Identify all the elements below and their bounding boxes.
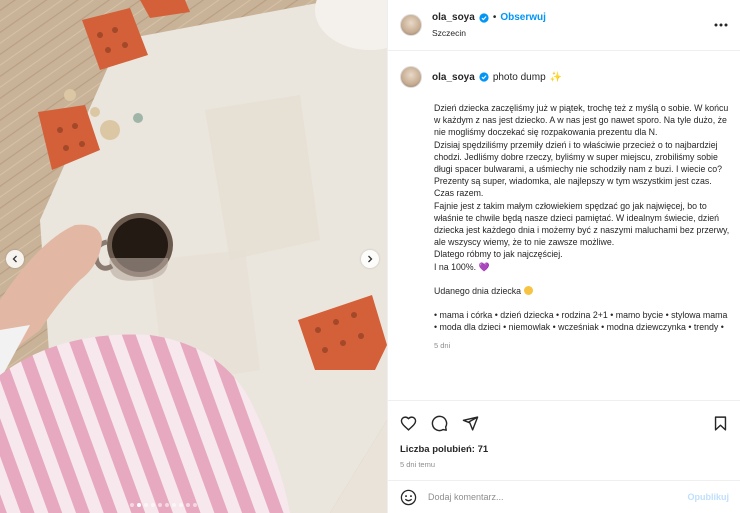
comment-icon[interactable] bbox=[431, 415, 448, 432]
more-options-button[interactable] bbox=[712, 16, 730, 34]
separator-dot: • bbox=[492, 12, 497, 23]
verified-badge-icon bbox=[479, 12, 489, 23]
carousel-indicator bbox=[130, 503, 197, 507]
sparkles-emoji: ✨ bbox=[549, 71, 563, 83]
follow-button[interactable]: Obserwuj bbox=[500, 12, 546, 23]
heart-emoji: 💜 bbox=[478, 261, 490, 272]
caption-paragraph: Dzisiaj spędziliśmy przemiły dzień i to … bbox=[434, 139, 722, 199]
likes-count[interactable]: Liczba polubień: 71 bbox=[400, 444, 729, 455]
caption-paragraph: Dzień dziecka zaczęliśmy już w piątek, t… bbox=[434, 103, 729, 138]
bookmark-icon[interactable] bbox=[712, 415, 729, 432]
carousel-dot bbox=[151, 503, 155, 507]
publish-button[interactable]: Opublikuj bbox=[688, 492, 730, 502]
carousel-dot bbox=[172, 503, 176, 507]
next-slide-button[interactable] bbox=[361, 250, 379, 268]
comment-input[interactable] bbox=[428, 492, 668, 502]
author-username[interactable]: ola_soya bbox=[432, 12, 475, 23]
caption-username[interactable]: ola_soya bbox=[432, 72, 475, 83]
avatar[interactable] bbox=[400, 14, 422, 36]
post-media bbox=[0, 0, 387, 513]
caption-text: Dzień dziecka zaczęliśmy już w piątek, t… bbox=[434, 102, 732, 333]
verified-badge-icon bbox=[479, 72, 489, 82]
send-icon[interactable] bbox=[462, 415, 479, 432]
caption-time: 5 dni bbox=[434, 341, 451, 351]
previous-slide-button[interactable] bbox=[6, 250, 24, 268]
carousel-dot bbox=[144, 503, 148, 507]
carousel-dot bbox=[186, 503, 190, 507]
post-caption: ola_soya photo dump ✨ Dzień dziecka zacz… bbox=[388, 51, 740, 400]
caption-paragraph: Dlatego róbmy to jak najczęściej. bbox=[434, 249, 563, 260]
heart-icon[interactable] bbox=[400, 415, 417, 432]
post-actions: Liczba polubień: 71 5 dni temu bbox=[388, 400, 740, 469]
chevron-right-icon bbox=[368, 255, 373, 263]
caption-closing-line: Udanego dnia dziecka bbox=[434, 285, 732, 297]
comment-bar: Opublikuj bbox=[388, 480, 740, 513]
caption-paragraph: I na 100%. bbox=[434, 261, 477, 272]
post-photo bbox=[0, 0, 387, 513]
post-dialog: ola_soya • Obserwuj Szczecin ola_soya ph… bbox=[0, 0, 740, 513]
caption-paragraph: Fajnie jest z takim małym człowiekiem sp… bbox=[434, 200, 730, 248]
caption-hashtags: • mama i córka • dzień dziecka • rodzina… bbox=[434, 310, 728, 333]
carousel-dot bbox=[130, 503, 134, 507]
carousel-dot bbox=[158, 503, 162, 507]
hugging-face-icon bbox=[523, 285, 533, 295]
smiley-icon[interactable] bbox=[400, 489, 417, 506]
carousel-dot bbox=[179, 503, 183, 507]
post-date: 5 dni temu bbox=[400, 460, 436, 469]
post-side-panel: ola_soya • Obserwuj Szczecin ola_soya ph… bbox=[387, 0, 740, 513]
author-info: ola_soya • Obserwuj Szczecin bbox=[432, 12, 546, 38]
caption-avatar[interactable] bbox=[400, 66, 422, 88]
chevron-left-icon bbox=[12, 255, 17, 263]
post-header: ola_soya • Obserwuj Szczecin bbox=[388, 0, 740, 51]
carousel-dot bbox=[137, 503, 141, 507]
caption-closing: Udanego dnia dziecka bbox=[434, 285, 522, 296]
caption-title: photo dump bbox=[492, 71, 546, 83]
carousel-dot bbox=[193, 503, 197, 507]
caption-paragraph-last: I na 100%. 💜 bbox=[434, 261, 732, 273]
post-location[interactable]: Szczecin bbox=[432, 28, 546, 38]
more-horizontal-icon bbox=[714, 23, 728, 27]
carousel-dot bbox=[165, 503, 169, 507]
